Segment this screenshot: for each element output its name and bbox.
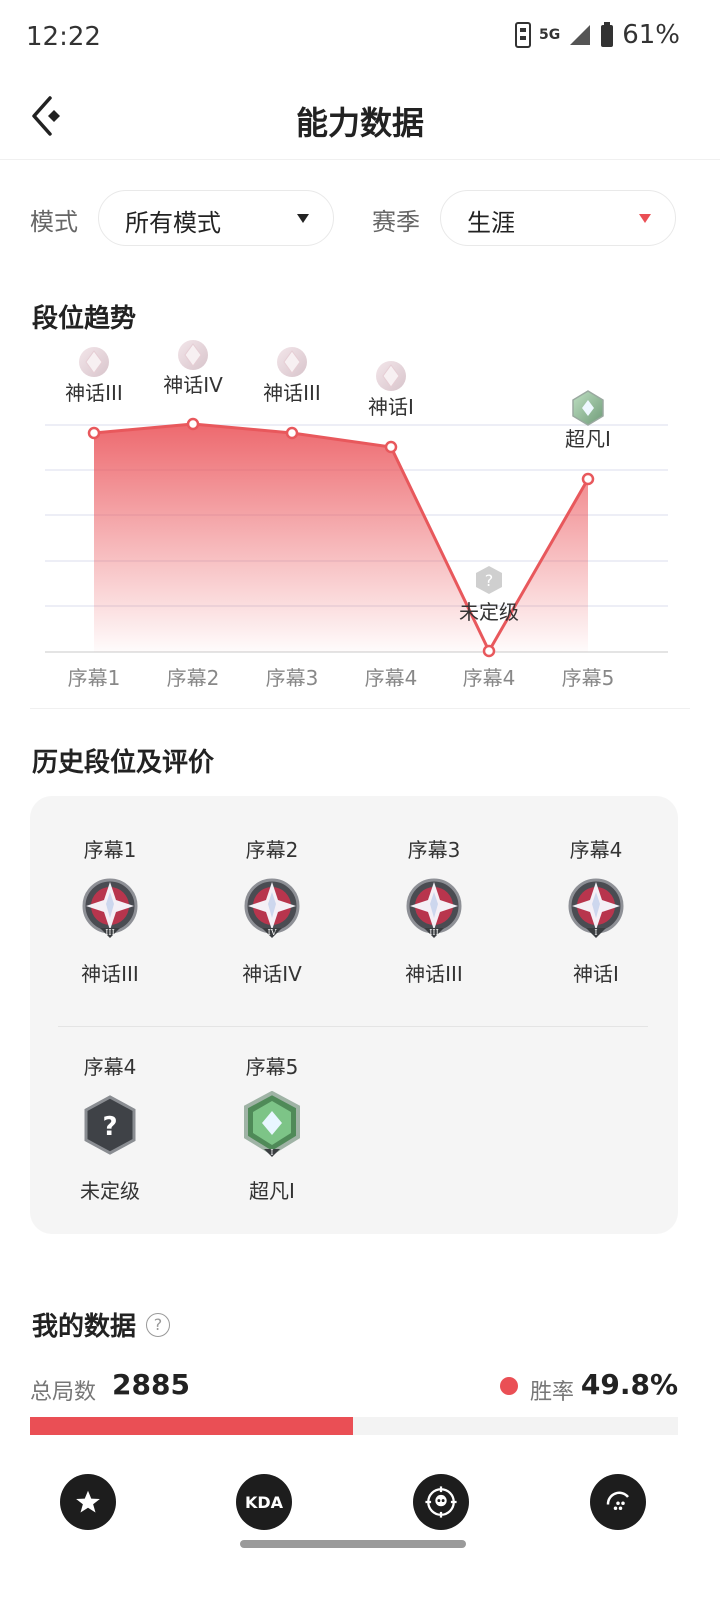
history-title: 历史段位及评价 [32, 748, 215, 778]
history-rank: 神话IV [242, 962, 302, 986]
x-tick-label: 序幕1 [68, 666, 121, 690]
transcend-badge-icon: I [240, 1090, 304, 1161]
history-rank: 神话I [573, 962, 619, 986]
trend-point [581, 472, 595, 486]
dice-icon[interactable] [590, 1474, 646, 1530]
mythic-badge-icon [376, 361, 406, 391]
rank-trend-chart: 神话III 序幕1 神话IV 序幕2 神话III 序幕3 神话I 序幕4? 未定级序幕4 超凡I 序… [45, 340, 668, 690]
svg-text:III: III [429, 928, 438, 937]
section-divider [30, 708, 690, 709]
total-games-value: 2885 [112, 1368, 190, 1401]
svg-text:?: ? [485, 571, 494, 590]
battery-level: 61% [622, 20, 680, 50]
trend-point-label: 神话IV [163, 373, 223, 397]
x-tick-label: 序幕4 [365, 666, 418, 690]
svg-text:?: ? [102, 1112, 117, 1142]
battery-icon [601, 22, 614, 47]
trend-point [87, 426, 101, 440]
history-season: 序幕3 [407, 838, 461, 862]
x-tick-label: 序幕5 [562, 666, 615, 690]
skull-target-icon[interactable] [413, 1474, 469, 1530]
history-item[interactable]: 序幕2 IV 神话IV [192, 834, 352, 987]
total-games-label: 总局数 [30, 1380, 97, 1405]
history-item[interactable]: 序幕1 III 神话III [30, 834, 190, 987]
help-icon[interactable]: ? [146, 1312, 171, 1337]
mythic-badge-icon [178, 340, 208, 370]
trend-point-label: 神话I [368, 395, 414, 419]
page-title: 能力数据 [295, 104, 424, 142]
history-season: 序幕4 [569, 838, 623, 862]
mythic-badge-icon: I [564, 874, 628, 944]
winrate-label: 胜率 [529, 1380, 574, 1405]
trend-point-label: 未定级 [459, 600, 519, 624]
winrate-bar-fill [30, 1417, 353, 1435]
svg-text:I: I [594, 928, 597, 937]
star-icon[interactable] [60, 1474, 116, 1530]
trend-point [482, 644, 496, 658]
season-select[interactable]: 生涯 [440, 190, 676, 246]
winrate-legend-dot [500, 1377, 518, 1395]
history-item[interactable]: 序幕4 I 神话I [516, 834, 676, 987]
x-tick-label: 序幕4 [463, 666, 516, 690]
x-tick-label: 序幕3 [266, 666, 319, 690]
history-season: 序幕4 [83, 1055, 137, 1079]
history-item[interactable]: 序幕4 ? 未定级 [30, 1051, 190, 1204]
trend-point-label: 神话III [65, 381, 123, 405]
trend-point-label: 超凡I [565, 427, 611, 451]
history-card: 序幕1 III 神话III 序幕2 IV 神话IV 序幕3 III 神话III 序幕4 I 神… [30, 796, 678, 1234]
history-rank: 神话III [81, 962, 139, 986]
mode-label: 模式 [30, 208, 78, 236]
transcend-badge-icon [572, 390, 604, 426]
status-bar: 12:22 5G 61% [0, 0, 720, 80]
history-season: 序幕1 [83, 838, 137, 862]
season-value: 生涯 [467, 209, 515, 237]
trend-point [186, 417, 200, 431]
season-label: 赛季 [372, 208, 420, 236]
my-data-label: 我的数据 [32, 1312, 137, 1342]
filter-bar: 模式 所有模式 赛季 生涯 [30, 190, 690, 246]
svg-text:IV: IV [268, 928, 277, 937]
history-season: 序幕2 [245, 838, 299, 862]
bottom-tab-bar: KDA [0, 1470, 720, 1530]
x-tick-label: 序幕2 [167, 666, 220, 690]
app-header: 能力数据 [0, 80, 720, 160]
my-data-title: 我的数据 ? [32, 1306, 171, 1343]
history-divider [58, 1026, 648, 1027]
history-rank: 神话III [405, 962, 463, 986]
home-indicator[interactable] [240, 1540, 466, 1548]
mode-value: 所有模式 [125, 209, 221, 237]
mythic-badge-icon [277, 347, 307, 377]
mode-select[interactable]: 所有模式 [98, 190, 334, 246]
signal-icon [570, 25, 591, 45]
winrate-value: 49.8% [580, 1368, 678, 1401]
trend-point [384, 440, 398, 454]
trend-point [285, 426, 299, 440]
trend-point-label: 神话III [263, 381, 321, 405]
chevron-down-icon [297, 214, 309, 223]
status-time: 12:22 [26, 22, 101, 52]
history-rank: 未定级 [80, 1179, 140, 1203]
mythic-badge-icon: III [78, 874, 142, 944]
winrate-bar [30, 1417, 678, 1435]
sim-icon [514, 22, 531, 48]
stat-row: 总局数 2885 胜率 49.8% [30, 1366, 678, 1406]
kda-tab[interactable]: KDA [236, 1474, 292, 1530]
svg-text:I: I [270, 1148, 273, 1157]
network-label: 5G [538, 27, 561, 43]
mythic-badge-icon: IV [240, 874, 304, 944]
history-rank: 超凡I [249, 1179, 295, 1203]
unranked-badge-icon: ? [476, 566, 502, 594]
unranked-badge-icon: ? [78, 1091, 142, 1161]
svg-text:III: III [105, 928, 114, 937]
chevron-down-icon [639, 214, 651, 223]
status-icons: 5G 61% [514, 20, 680, 50]
mythic-badge-icon: III [402, 874, 466, 944]
history-item[interactable]: 序幕3 III 神话III [354, 834, 514, 987]
history-item[interactable]: 序幕5 I 超凡I [192, 1051, 352, 1204]
history-season: 序幕5 [245, 1055, 299, 1079]
mythic-badge-icon [79, 347, 109, 377]
